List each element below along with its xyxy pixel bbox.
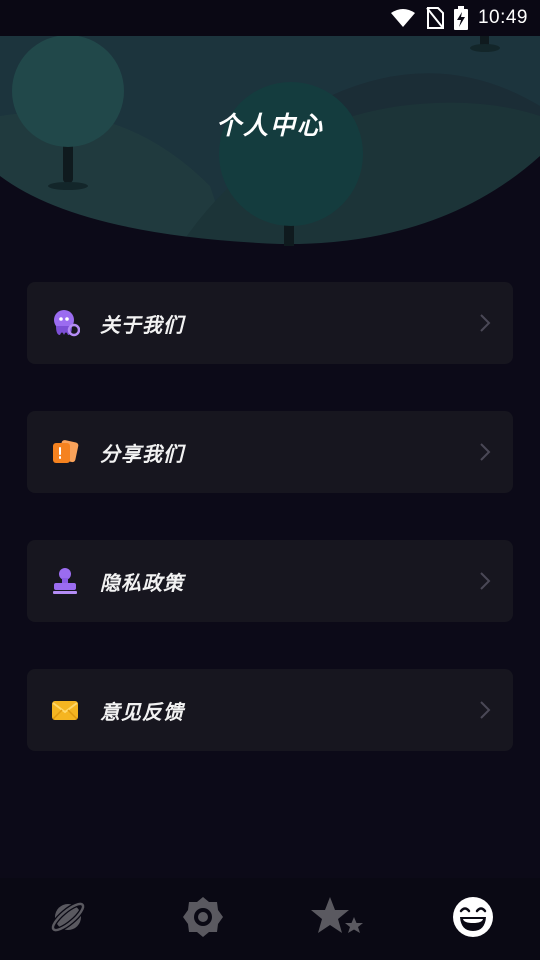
battery-charging-icon [453,6,468,30]
planet-icon [48,897,88,942]
chevron-right-icon [479,571,491,596]
menu-item-label: 分享我们 [100,441,184,466]
nav-tab-settings[interactable] [163,889,243,949]
bottom-nav [0,878,540,960]
no-sim-icon [426,7,444,29]
feedback-envelope-icon [49,694,81,726]
menu-item-about-us[interactable]: 关于我们 [27,282,513,364]
status-bar: 10:49 [0,0,540,36]
menu-item-share-us[interactable]: 分享我们 [27,411,513,493]
nav-tab-planet[interactable] [28,889,108,949]
nav-tab-favorites[interactable] [298,889,378,949]
header-banner: 个人中心 [0,36,540,246]
menu-item-label: 意见反馈 [100,699,184,724]
stars-icon [310,895,366,944]
privacy-stamp-icon [49,565,81,597]
wifi-icon [390,8,416,28]
menu-item-privacy-policy[interactable]: 隐私政策 [27,540,513,622]
chevron-right-icon [479,442,491,467]
menu-item-label: 关于我们 [100,312,184,337]
nav-tab-profile[interactable] [433,889,513,949]
gear-icon [181,895,225,944]
menu-item-feedback[interactable]: 意见反馈 [27,669,513,751]
laughing-face-icon [451,895,495,944]
status-time: 10:49 [477,7,528,28]
chevron-right-icon [479,700,491,725]
menu-item-label: 隐私政策 [100,570,184,595]
chevron-right-icon [479,313,491,338]
menu-list: 关于我们 分享我们 隐私政策 意见反馈 [27,282,513,798]
page-title: 个人中心 [215,111,324,140]
about-octopus-icon [49,307,81,339]
share-card-icon [49,436,81,468]
